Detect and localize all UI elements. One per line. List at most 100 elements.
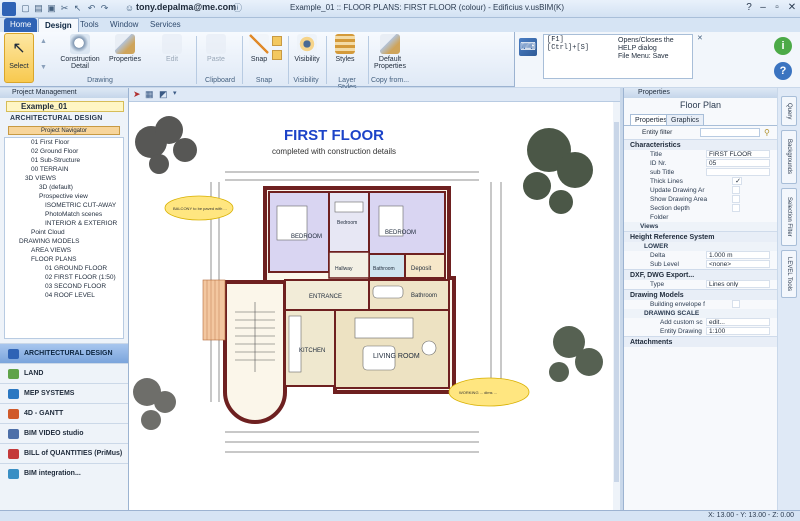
category-views[interactable]: Views (624, 222, 777, 231)
default-properties-button[interactable]: Default Properties (370, 34, 410, 70)
category-dxf-export[interactable]: DXF, DWG Export... (624, 269, 777, 280)
project-file-tab[interactable]: Example_01 (6, 101, 124, 112)
tab-design[interactable]: Design (38, 18, 79, 32)
edit-button[interactable]: Edit (158, 34, 186, 63)
tree-item[interactable]: 04 ROOF LEVEL (5, 291, 123, 300)
prop-value[interactable]: edit... (706, 318, 770, 326)
prop-value[interactable]: <none> (706, 260, 770, 268)
tree-item[interactable]: 01 GROUND FLOOR (5, 264, 123, 273)
accordion-land[interactable]: LAND (0, 363, 128, 383)
tree-item[interactable]: DRAWING MODELS (5, 237, 123, 246)
scroll-up-icon[interactable]: ▲ (40, 38, 47, 45)
tree-item[interactable]: 00 TERRAIN (5, 165, 123, 174)
filter-icon[interactable]: ⚲ (764, 128, 770, 137)
tab-services[interactable]: Services (144, 18, 187, 32)
new-icon[interactable]: ▢ (20, 3, 31, 14)
prop-row-title: Title FIRST FLOOR (colour) (624, 150, 777, 159)
update-drawing-checkbox[interactable] (732, 186, 740, 194)
sub-drawing-scale[interactable]: DRAWING SCALE (624, 309, 777, 318)
snap-toggle-icon[interactable] (272, 36, 282, 46)
styles-button[interactable]: Styles (330, 34, 360, 63)
accordion-bim-integration[interactable]: BIM integration... (0, 463, 128, 483)
tab-home[interactable]: Home (4, 18, 38, 32)
grid-icon[interactable]: ▦ (145, 89, 154, 100)
category-drawing-models[interactable]: Drawing Models (624, 289, 777, 300)
accordion-4d-gantt[interactable]: 4D - GANTT (0, 403, 128, 423)
app-logo[interactable] (2, 2, 16, 16)
prop-value[interactable] (706, 168, 770, 176)
tree-item[interactable]: 01 First Floor (5, 138, 123, 147)
prop-value[interactable]: 05 (706, 159, 770, 167)
category-characteristics[interactable]: Characteristics (624, 139, 777, 150)
cut-icon[interactable]: ✂ (59, 3, 70, 14)
info-icon[interactable]: ⓘ (232, 3, 243, 14)
tree-item[interactable]: AREA VIEWS (5, 246, 123, 255)
tab-tools[interactable]: Tools (74, 18, 105, 32)
accordion-architectural-design[interactable]: ARCHITECTURAL DESIGN (0, 343, 128, 363)
close-button[interactable]: ✕ (785, 1, 799, 15)
tab-graphics[interactable]: Graphics (666, 114, 705, 125)
tree-item[interactable]: 03 SECOND FLOOR (5, 282, 123, 291)
redo-icon[interactable]: ↷ (99, 3, 110, 14)
scroll-down-icon[interactable]: ▼ (40, 64, 47, 71)
side-tab-selection-filter[interactable]: Selection Filter (781, 188, 797, 246)
category-attachments[interactable]: Attachments (624, 336, 777, 347)
pointer-icon[interactable]: ↖ (72, 3, 83, 14)
dropdown-icon[interactable]: ▾ (173, 89, 177, 97)
info-circle-icon[interactable]: i (774, 37, 792, 55)
tree-item[interactable]: 02 FIRST FLOOR (1:50) (5, 273, 123, 282)
entity-filter-select[interactable] (700, 128, 760, 137)
snap-button[interactable]: Snap (246, 34, 272, 63)
show-drawing-checkbox[interactable] (732, 195, 740, 203)
tree-item[interactable]: FLOOR PLANS (5, 255, 123, 264)
tree-item[interactable]: Point Cloud (5, 228, 123, 237)
tree-item[interactable]: Prospective view (5, 192, 123, 201)
side-tab-backgrounds[interactable]: Backgrounds (781, 130, 797, 184)
tree-item[interactable]: 3D VIEWS (5, 174, 123, 183)
thick-lines-checkbox[interactable]: ✓ (732, 177, 742, 185)
scroll-thumb[interactable] (614, 122, 619, 482)
side-tab-query[interactable]: Query (781, 96, 797, 126)
tree-item[interactable]: 01 Sub-Structure (5, 156, 123, 165)
section-depth-checkbox[interactable] (732, 204, 740, 212)
pin-icon[interactable]: ➤ (133, 89, 141, 100)
construction-detail-button[interactable]: Construction Detail (56, 34, 104, 70)
minimize-button[interactable]: – (756, 1, 770, 15)
prop-value[interactable]: Lines only (706, 280, 770, 288)
tree-item[interactable]: ISOMETRIC CUT-AWAY (5, 201, 123, 210)
note-text-1: BALCONY to be paved with ... (173, 206, 227, 211)
accordion-bill-of-quantities[interactable]: BILL of QUANTITIES (PriMus) (0, 443, 128, 463)
save-icon[interactable]: ▣ (46, 3, 57, 14)
keyboard-icon[interactable]: ⌨ (519, 38, 537, 56)
accordion-mep-systems[interactable]: MEP SYSTEMS (0, 383, 128, 403)
help-icon[interactable]: ? (742, 1, 756, 15)
properties-button[interactable]: Properties (106, 34, 144, 63)
visibility-button[interactable]: Visibility (292, 34, 322, 63)
prop-value[interactable]: FIRST FLOOR (colour) (706, 150, 770, 158)
tab-window[interactable]: Window (104, 18, 144, 32)
tree-item[interactable]: INTERIOR & EXTERIOR (5, 219, 123, 228)
user-icon[interactable]: ☺ (124, 3, 135, 14)
undo-icon[interactable]: ↶ (86, 3, 97, 14)
side-tab-level-tools[interactable]: LEVEL Tools (781, 250, 797, 298)
prop-value[interactable]: 1.000 m (706, 251, 770, 259)
sub-lower[interactable]: LOWER (624, 242, 777, 251)
maximize-button[interactable]: ▫ (770, 1, 784, 15)
category-height-reference[interactable]: Height Reference System (624, 231, 777, 242)
prop-value[interactable]: 1:100 (706, 327, 770, 335)
snap-grid-icon[interactable] (272, 50, 282, 60)
open-icon[interactable]: ▤ (33, 3, 44, 14)
help-close-icon[interactable]: ✕ (697, 34, 703, 42)
question-circle-icon[interactable]: ? (774, 62, 792, 80)
building-envelope-checkbox[interactable] (732, 300, 740, 308)
layout-icon[interactable]: ◩ (159, 89, 168, 100)
drawing-canvas[interactable]: FIRST FLOOR completed with construction … (129, 102, 620, 510)
project-navigator-button[interactable]: Project Navigator (8, 126, 120, 135)
select-button[interactable]: ↖ Select (4, 33, 34, 83)
group-snap: Snap (255, 77, 273, 84)
accordion-bim-video[interactable]: BIM VIDEO studio (0, 423, 128, 443)
tree-item[interactable]: 3D (default) (5, 183, 123, 192)
tree-item[interactable]: PhotoMatch scenes (5, 210, 123, 219)
paste-button[interactable]: Paste (202, 34, 230, 63)
tree-item[interactable]: 02 Ground Floor (5, 147, 123, 156)
